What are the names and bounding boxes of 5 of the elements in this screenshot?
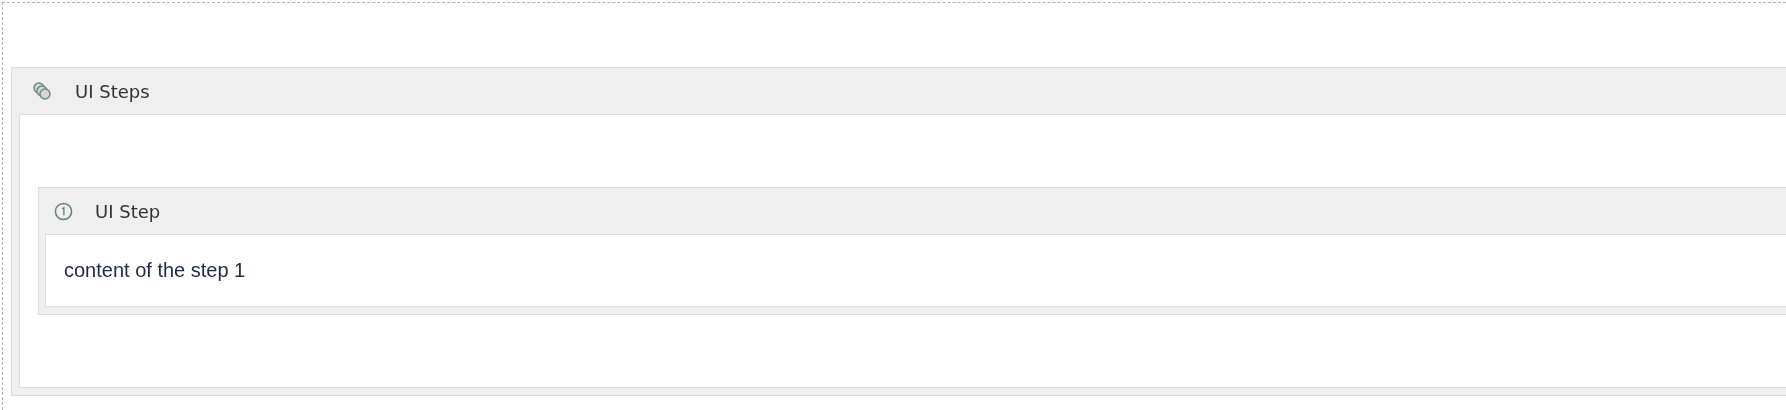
panel-title: UI Steps bbox=[75, 80, 150, 102]
numbered-circle-icon bbox=[54, 201, 73, 221]
stacked-circles-icon bbox=[32, 81, 52, 101]
step-content: content of the step 1 bbox=[64, 259, 246, 282]
step-title: UI Step bbox=[95, 200, 161, 222]
